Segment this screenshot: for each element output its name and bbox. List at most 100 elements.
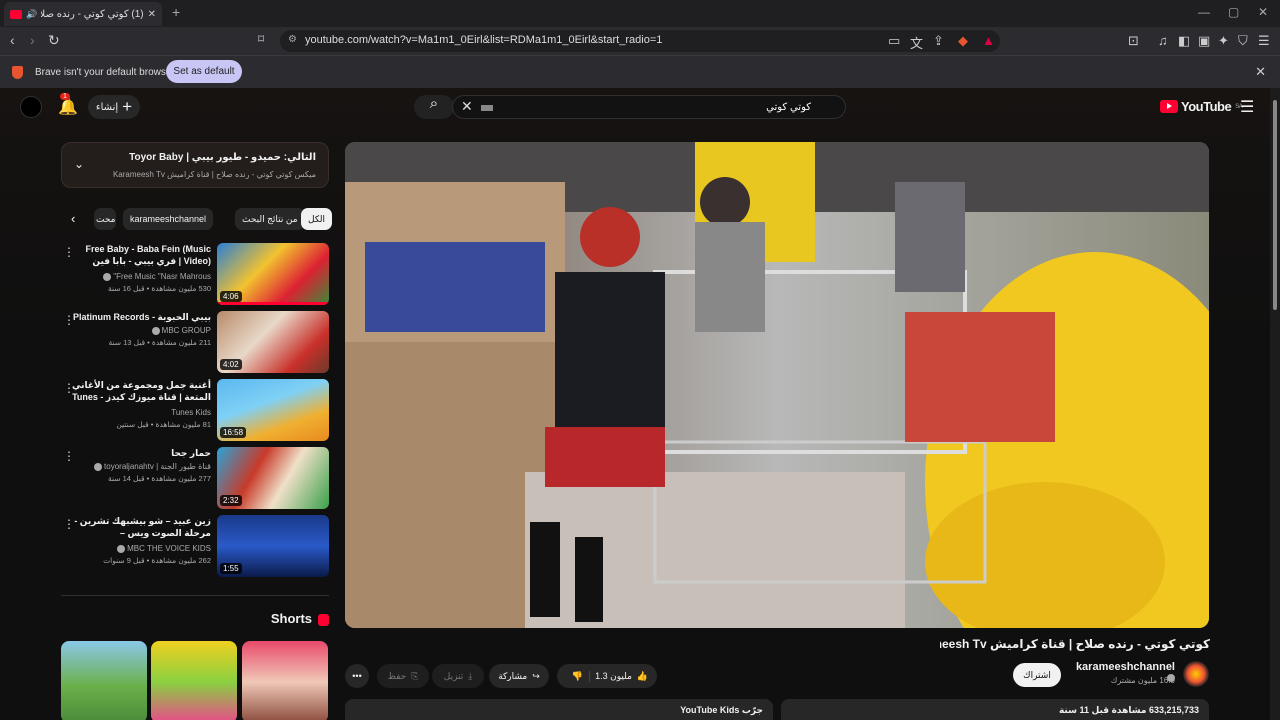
- related-thumbnail[interactable]: 2:32: [217, 447, 329, 509]
- related-info: أغنية جمل ومجموعة من الأغاني المتعة | قن…: [71, 379, 211, 429]
- vpn-icon[interactable]: ⛉: [1238, 33, 1248, 49]
- chip-channel[interactable]: karameeshchannel: [123, 208, 214, 230]
- save-label: حفظ: [387, 670, 407, 681]
- share-label: مشاركة: [498, 670, 528, 681]
- brave-shields-icon[interactable]: ◆: [958, 33, 968, 49]
- translate-icon[interactable]: 文: [910, 33, 923, 52]
- page-scrollbar[interactable]: [1270, 88, 1280, 720]
- video-title: كوتي كوتي - رنده صلاح | قناة كراميش Kara…: [940, 637, 1210, 651]
- minimize-icon[interactable]: —: [1198, 5, 1210, 19]
- set-as-default-button[interactable]: Set as default: [166, 60, 242, 83]
- tab-title: (1) كوتي كوتي - رنده صلاح | قنا: [41, 8, 144, 20]
- chevron-down-icon[interactable]: ⌄: [74, 157, 84, 171]
- media-icon[interactable]: ♫: [1158, 33, 1168, 48]
- playlist-subtitle: ميكس كوتي كوتي - رنده صلاح | قناة كراميش…: [112, 170, 316, 179]
- like-icon[interactable]: 👍: [637, 671, 648, 682]
- verified-icon: [151, 326, 160, 335]
- keyboard-icon[interactable]: [481, 105, 493, 111]
- verified-icon: [94, 462, 103, 471]
- watched-progress-bar: [217, 302, 329, 305]
- related-thumbnail[interactable]: 1:55: [217, 515, 329, 577]
- url-text: youtube.com/watch?v=Ma1m1_0Eirl&list=RDM…: [305, 34, 663, 46]
- short-card[interactable]: [242, 641, 328, 720]
- search-query: كوتي كوتي: [766, 102, 811, 113]
- subscriber-count: 16.9 مليون مشترك: [1110, 676, 1175, 685]
- mix-playlist-panel[interactable]: ⌄ التالي: حميدو - طيور بيبي | Toyor Baby…: [61, 142, 329, 188]
- related-meta: 81 مليون مشاهدة • قبل سنتين: [116, 420, 211, 429]
- duration-badge: 1:55: [220, 563, 242, 574]
- audio-icon[interactable]: 🔊: [26, 9, 37, 20]
- cast-icon[interactable]: ▭: [888, 33, 900, 49]
- notifications-bell-icon[interactable]: 🔔 1: [58, 93, 78, 117]
- share-icon[interactable]: ⇪: [933, 33, 944, 49]
- sidebar-icon[interactable]: ◧: [1178, 33, 1190, 49]
- duration-badge: 2:32: [220, 495, 242, 506]
- account-avatar[interactable]: [20, 96, 42, 118]
- notification-count-badge: 1: [60, 93, 70, 100]
- download-icon: ⤓: [468, 670, 473, 681]
- shorts-heading-label: Shorts: [270, 611, 312, 626]
- playlist-next-title: التالي: حميدو - طيور بيبي | Toyor Baby: [129, 152, 316, 163]
- forward-icon[interactable]: ›: [30, 32, 35, 48]
- search-button[interactable]: ⌕: [414, 95, 454, 119]
- close-tab-icon[interactable]: ✕: [148, 9, 156, 20]
- default-browser-infobar: Brave isn't your default browser Set as …: [0, 55, 1280, 88]
- reload-icon[interactable]: ↻: [48, 32, 60, 49]
- chip-all[interactable]: الكل: [301, 208, 333, 230]
- main-menu-icon[interactable]: ☰: [1258, 33, 1270, 49]
- youtube-play-icon: [1160, 100, 1178, 113]
- filter-chips: ‹ محت karameeshchannel من نتائج البحث ال…: [61, 208, 333, 230]
- short-card[interactable]: [151, 641, 237, 720]
- maximize-icon[interactable]: ▢: [1228, 5, 1239, 19]
- logo-text: YouTube: [1181, 99, 1232, 114]
- related-thumbnail[interactable]: 4:02: [217, 311, 329, 373]
- close-window-icon[interactable]: ✕: [1258, 5, 1268, 19]
- search-input[interactable]: ✕ كوتي كوتي: [452, 95, 846, 119]
- channel-avatar[interactable]: [1183, 661, 1209, 687]
- dislike-icon[interactable]: 👎: [566, 670, 591, 682]
- related-video[interactable]: ⋮ بيبي الحبوبة - Platinum Records MBC GR…: [61, 311, 329, 373]
- screenshot-icon[interactable]: ⊡: [1128, 33, 1139, 49]
- related-thumbnail[interactable]: 4:06: [217, 243, 329, 305]
- share-arrow-icon: ↪: [532, 670, 540, 681]
- subscribe-button[interactable]: اشتراك: [1013, 663, 1061, 687]
- related-meta: 211 مليون مشاهدة • قبل 13 سنة: [108, 338, 211, 347]
- bookmark-icon: ⎘: [411, 670, 419, 681]
- chips-scroll-left-icon[interactable]: ‹: [71, 211, 75, 226]
- description-box[interactable]: 633,215,733 مشاهدة قبل 11 سنة: [781, 699, 1209, 720]
- share-button[interactable]: مشاركة ↪: [489, 664, 549, 688]
- brave-rewards-icon[interactable]: ▲: [982, 33, 995, 48]
- chip-search-results[interactable]: من نتائج البحث: [235, 208, 305, 230]
- related-video[interactable]: ⋮ أغنية جمل ومجموعة من الأغاني المتعة | …: [61, 379, 329, 441]
- video-player[interactable]: [345, 142, 1209, 628]
- infobar-close-icon[interactable]: ✕: [1255, 64, 1266, 80]
- youtube-logo[interactable]: YouTube SA: [1160, 99, 1243, 114]
- back-icon[interactable]: ‹: [10, 32, 15, 48]
- related-meta: 530 مليون مشاهدة • قبل 16 سنة: [107, 284, 211, 293]
- kids-promo[interactable]: جرّب YouTube Kids: [345, 699, 773, 720]
- new-tab-button[interactable]: +: [172, 4, 180, 20]
- related-channel: Free Music "Nasr Mahrous": [113, 272, 211, 281]
- chip-more[interactable]: محت: [94, 208, 116, 230]
- guide-menu-icon[interactable]: ☰: [1240, 97, 1254, 117]
- video-frame: [345, 142, 1209, 628]
- leo-ai-icon[interactable]: ✦: [1218, 33, 1229, 49]
- wallet-icon[interactable]: ▣: [1198, 33, 1210, 49]
- clear-search-icon[interactable]: ✕: [461, 98, 473, 115]
- related-video[interactable]: ⋮ Free Baby - Baba Fein (Music Video) | …: [61, 243, 329, 305]
- save-button[interactable]: حفظ ⎘: [377, 664, 429, 688]
- site-info-icon[interactable]: ⚙: [288, 34, 297, 45]
- bookmark-icon[interactable]: ⌑: [258, 32, 264, 46]
- like-count[interactable]: 1.3 مليون: [595, 671, 632, 682]
- browser-tab[interactable]: 🔊 (1) كوتي كوتي - رنده صلاح | قنا ✕: [4, 2, 162, 26]
- scrollbar-thumb[interactable]: [1273, 100, 1277, 310]
- more-actions-button[interactable]: •••: [345, 664, 369, 688]
- related-title: حمار جحا: [171, 448, 211, 458]
- related-info: Free Baby - Baba Fein (Music Video) | فر…: [71, 243, 211, 293]
- short-card[interactable]: [61, 641, 147, 720]
- related-thumbnail[interactable]: 16:58: [217, 379, 329, 441]
- related-video[interactable]: ⋮ حمار جحا قناة طيور الجنة | toyoraljana…: [61, 447, 329, 509]
- related-video[interactable]: ⋮ زين عبيد – شو بيشبهك تشرين - مرحلة الص…: [61, 515, 329, 577]
- download-button[interactable]: تنزيل ⤓: [432, 664, 484, 688]
- create-button[interactable]: إنشاء +: [88, 95, 140, 119]
